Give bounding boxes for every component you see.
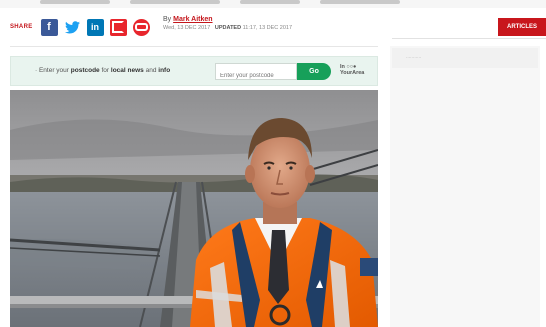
postcode-field (215, 63, 297, 84)
yourarea-logo: In ○○● YourArea (340, 64, 376, 76)
logo-line: YourArea (340, 70, 365, 76)
linkedin-share-button[interactable]: in (86, 18, 104, 36)
bridge-portrait-image (10, 90, 378, 327)
divider (10, 46, 378, 47)
twitter-share-button[interactable] (64, 19, 81, 36)
byline: By Mark Aitken (163, 16, 292, 24)
updated-date: 11:17, 13 DEC 2017 (242, 25, 293, 31)
divider (392, 38, 546, 39)
blurred-text (240, 0, 300, 4)
twitter-icon (64, 20, 80, 33)
top-strip (0, 0, 546, 8)
postcode-prompt: · Enter your postcode for local news and… (35, 67, 170, 74)
prompt-info: info (158, 67, 171, 74)
sidebar-top-box: ........... (392, 48, 538, 68)
blurred-text (320, 0, 400, 4)
author-link[interactable]: Mark Aitken (173, 16, 212, 23)
blurred-text (130, 0, 220, 4)
published-date: Wed, 13 DEC 2017 (163, 25, 211, 31)
facebook-share-button[interactable]: f (40, 18, 58, 36)
share-bar: SHARE f in (10, 14, 150, 40)
email-icon (134, 23, 148, 31)
dates: Wed, 13 DEC 2017 UPDATED 11:17, 13 DEC 2… (163, 24, 292, 32)
prompt-text: · Enter your (35, 67, 69, 74)
article-meta: By Mark Aitken Wed, 13 DEC 2017 UPDATED … (163, 16, 292, 32)
header-red-tab[interactable]: ARTICLES (498, 18, 546, 36)
linkedin-icon: in (91, 22, 100, 32)
postcode-widget: · Enter your postcode for local news and… (10, 56, 378, 86)
prompt-text: for (101, 67, 110, 74)
sidebar (390, 46, 540, 327)
facebook-icon: f (47, 21, 51, 33)
flipboard-icon (112, 21, 125, 33)
article-photo (10, 90, 378, 327)
prompt-local-news: local news (110, 67, 144, 74)
email-share-button[interactable] (132, 18, 150, 36)
go-button[interactable]: Go (297, 63, 331, 80)
prompt-text: and (145, 67, 157, 74)
flipboard-share-button[interactable] (109, 18, 127, 36)
blurred-text (40, 0, 110, 4)
sidebar-top-label: ........... (406, 54, 422, 60)
updated-label: UPDATED (214, 25, 242, 31)
prompt-postcode: postcode (70, 67, 100, 74)
byline-prefix: By (163, 16, 172, 23)
share-label: SHARE (10, 24, 33, 30)
postcode-input[interactable] (216, 68, 296, 84)
